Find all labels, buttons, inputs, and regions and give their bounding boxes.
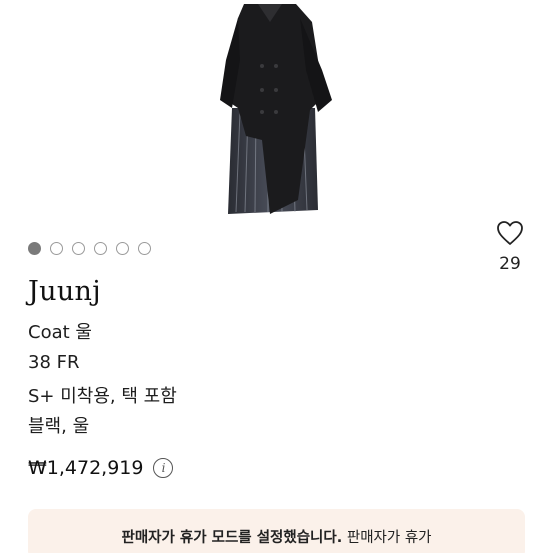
pagination-dot-5[interactable] — [116, 242, 129, 255]
pagination-dot-6[interactable] — [138, 242, 151, 255]
price-row: ₩1,472,919 i — [28, 457, 174, 479]
pagination-dot-3[interactable] — [72, 242, 85, 255]
heart-outline-icon — [497, 221, 523, 245]
vacation-notice-banner: 판매자가 휴가 모드를 설정했습니다. 판매자가 휴가 — [28, 509, 525, 553]
info-icon[interactable]: i — [153, 458, 174, 478]
image-pagination — [28, 242, 151, 255]
brand-name[interactable]: Juunj — [28, 276, 101, 307]
notice-text: 판매자가 휴가 — [342, 530, 432, 546]
pagination-dot-1[interactable] — [28, 242, 41, 255]
color-material-text: 블랙, 울 — [28, 416, 90, 437]
category-line: Coat 울 — [28, 322, 92, 343]
product-detail-page: 29 Juunj Coat 울 38 FR S+ 미착용, 택 포함 블랙, 울… — [0, 0, 553, 553]
pagination-dot-2[interactable] — [50, 242, 63, 255]
notice-bold-text: 판매자가 휴가 모드를 설정했습니다. — [121, 530, 343, 546]
like-button[interactable]: 29 — [490, 220, 530, 274]
like-count: 29 — [499, 254, 521, 274]
condition-text: S+ 미착용, 택 포함 — [28, 386, 177, 407]
product-image[interactable] — [0, 0, 553, 222]
price: ₩1,472,919 — [28, 457, 144, 479]
coat-photo — [220, 4, 332, 214]
size-text: 38 FR — [28, 352, 80, 373]
pagination-dot-4[interactable] — [94, 242, 107, 255]
